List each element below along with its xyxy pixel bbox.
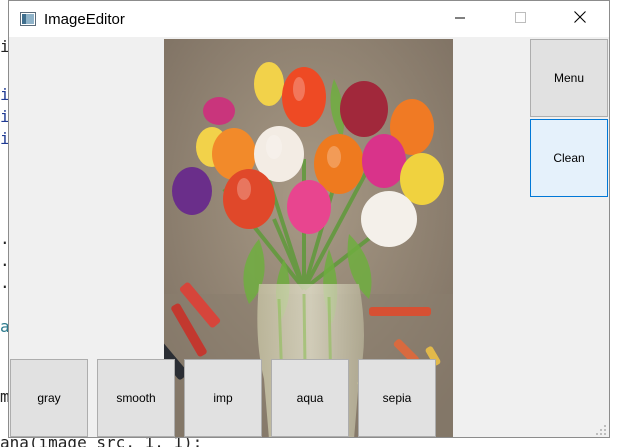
minimize-icon xyxy=(455,10,465,28)
image-editor-window: ImageEditor Menu Clean gray smooth imp a… xyxy=(8,0,610,438)
close-icon xyxy=(574,10,586,28)
close-button[interactable] xyxy=(557,1,603,37)
maximize-icon xyxy=(514,10,526,28)
aqua-filter-label: aqua xyxy=(296,391,324,405)
smooth-filter-button[interactable]: smooth xyxy=(97,359,175,437)
imp-filter-label: imp xyxy=(213,391,233,405)
clean-button-label: Clean xyxy=(553,151,585,165)
window-title: ImageEditor xyxy=(44,11,125,28)
clean-button[interactable]: Clean xyxy=(530,119,608,197)
minimize-button[interactable] xyxy=(437,1,483,37)
smooth-filter-label: smooth xyxy=(116,391,156,405)
gray-filter-button[interactable]: gray xyxy=(10,359,88,437)
title-bar[interactable]: ImageEditor xyxy=(9,1,609,37)
maximize-button[interactable] xyxy=(497,1,543,37)
sepia-filter-button[interactable]: sepia xyxy=(358,359,436,437)
gray-filter-label: gray xyxy=(37,391,61,405)
aqua-filter-button[interactable]: aqua xyxy=(271,359,349,437)
desktop: i i i i . . . a m ana(image_src, 1, 1); … xyxy=(0,0,618,447)
app-window-icon xyxy=(20,12,36,26)
menu-button[interactable]: Menu xyxy=(530,39,608,117)
window-client-area: Menu Clean gray smooth imp aqua sepia xyxy=(9,37,609,437)
imp-filter-button[interactable]: imp xyxy=(184,359,262,437)
menu-button-label: Menu xyxy=(553,71,585,85)
resize-grip-icon[interactable] xyxy=(595,423,607,435)
sepia-filter-label: sepia xyxy=(382,391,412,405)
